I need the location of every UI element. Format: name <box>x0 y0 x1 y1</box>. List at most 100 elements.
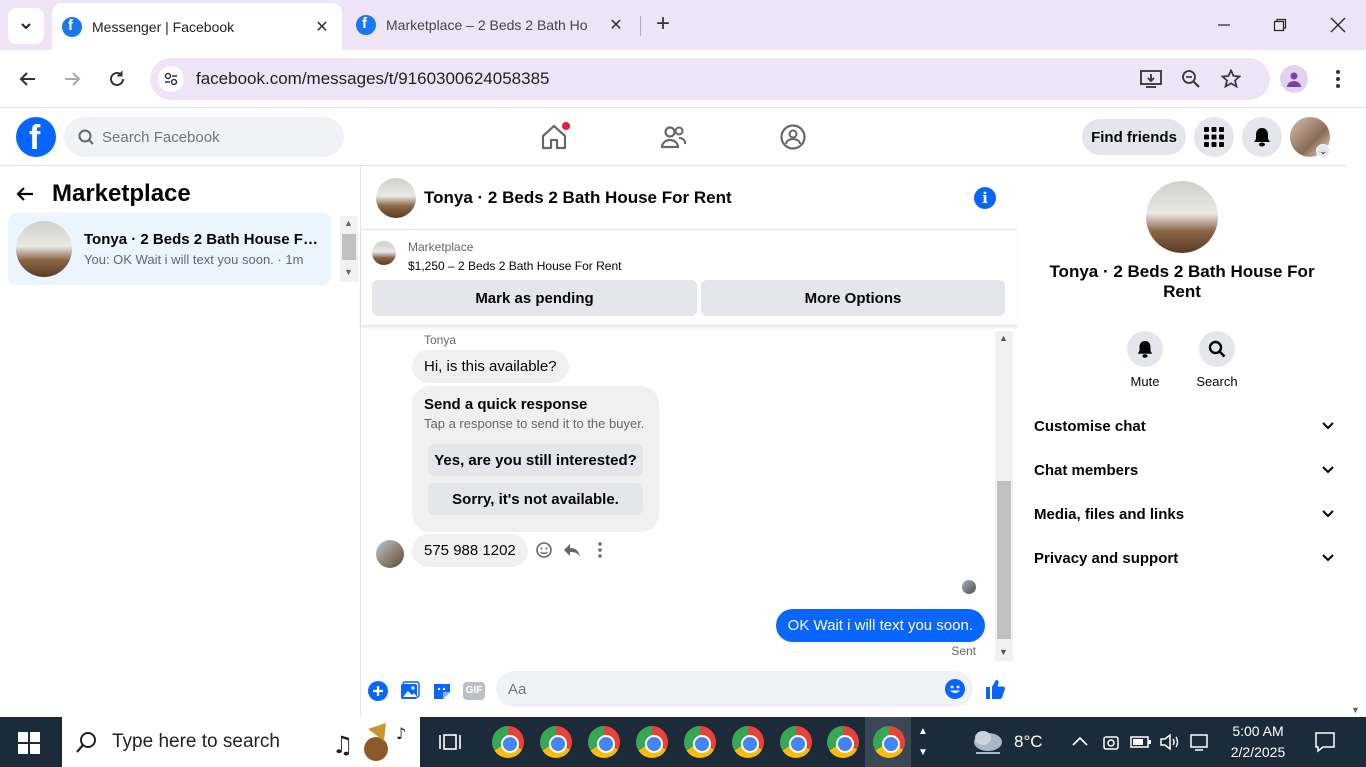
scroll-down-icon[interactable]: ▼ <box>344 267 353 277</box>
page-scrollbar[interactable]: ▼ <box>1346 109 1366 717</box>
menu-button[interactable] <box>1194 117 1234 157</box>
search-action[interactable]: Search <box>1187 331 1247 389</box>
tab-search-button[interactable] <box>8 8 44 44</box>
conversation-list-panel: Marketplace Tonya · 2 Beds 2 Bath House … <box>0 166 361 717</box>
temperature[interactable]: 8°C <box>1014 732 1043 752</box>
scroll-down-icon[interactable]: ▼ <box>999 647 1008 657</box>
scroll-down-icon[interactable]: ▼ <box>1351 705 1360 715</box>
customise-chat-section[interactable]: Customise chat <box>1034 406 1334 446</box>
message-composer[interactable] <box>496 671 973 707</box>
taskbar-clock[interactable]: 5:00 AM 2/2/2025 <box>1218 721 1298 763</box>
chrome-icon[interactable] <box>540 726 572 758</box>
sticker-icon[interactable] <box>432 681 452 701</box>
message-bubble[interactable]: Hi, is this available? <box>412 350 569 383</box>
contact-avatar[interactable] <box>1146 181 1218 253</box>
chrome-icon[interactable] <box>684 726 716 758</box>
react-emoji-icon[interactable] <box>535 541 553 559</box>
thumbs-up-icon[interactable] <box>984 678 1006 700</box>
chrome-icon[interactable] <box>732 726 764 758</box>
chrome-icon[interactable] <box>588 726 620 758</box>
listing-price-title[interactable]: $1,250 – 2 Beds 2 Bath House For Rent <box>408 259 621 273</box>
chrome-icon[interactable] <box>873 726 905 758</box>
notification-dot <box>562 122 570 130</box>
browser-menu-icon[interactable] <box>1330 68 1346 90</box>
weather-cloud-icon[interactable] <box>970 727 1006 757</box>
privacy-support-section[interactable]: Privacy and support <box>1034 538 1334 578</box>
chevron-down-icon <box>1322 466 1334 474</box>
minimize-button[interactable] <box>1196 0 1252 50</box>
info-icon[interactable]: i <box>974 187 996 209</box>
message-scrollbar[interactable]: ▲ ▼ <box>995 331 1013 661</box>
scroll-up-icon[interactable]: ▲ <box>999 333 1008 343</box>
restore-button[interactable] <box>1252 0 1308 50</box>
scroll-up-icon[interactable]: ▲ <box>344 218 353 228</box>
message-input[interactable] <box>508 680 928 698</box>
mute-action[interactable]: Mute <box>1115 331 1175 389</box>
facebook-logo[interactable]: f <box>16 117 56 157</box>
chevron-down-icon <box>1322 554 1334 562</box>
battery-icon[interactable] <box>1130 736 1152 748</box>
network-icon[interactable] <box>1190 732 1212 752</box>
tab-messenger[interactable]: Messenger | Facebook ✕ <box>52 3 342 50</box>
close-tab-icon[interactable]: ✕ <box>604 13 628 37</box>
conversation-list-scrollbar[interactable]: ▲ ▼ <box>340 216 358 282</box>
facebook-search-input[interactable] <box>102 128 302 146</box>
taskbar-overflow-arrows[interactable]: ▲ ▼ <box>918 721 928 763</box>
taskbar-search[interactable]: Type here to search ♫ ♪ <box>62 717 420 767</box>
message-bubble[interactable]: 575 988 1202 <box>412 534 528 567</box>
reload-button[interactable] <box>101 63 133 95</box>
quick-reply-not-available[interactable]: Sorry, it's not available. <box>428 483 643 515</box>
search-icon <box>76 732 96 753</box>
reply-icon[interactable] <box>563 541 581 559</box>
sender-avatar[interactable] <box>376 540 404 568</box>
address-bar[interactable]: facebook.com/messages/t/9160300624058385 <box>150 58 1270 100</box>
my-message-bubble[interactable]: OK Wait i will text you soon. <box>775 609 985 642</box>
find-friends-button[interactable]: Find friends <box>1082 119 1186 155</box>
groups-icon[interactable] <box>779 123 807 151</box>
chrome-icon[interactable] <box>636 726 668 758</box>
mark-as-pending-button[interactable]: Mark as pending <box>372 280 697 316</box>
browser-profile-icon[interactable] <box>1280 65 1308 93</box>
notifications-button[interactable] <box>1242 117 1282 157</box>
chrome-icon[interactable] <box>827 726 859 758</box>
chrome-icon[interactable] <box>780 726 812 758</box>
conversation-item[interactable]: Tonya · 2 Beds 2 Bath House Fo... You: O… <box>8 213 331 285</box>
tab-marketplace[interactable]: Marketplace – 2 Beds 2 Bath Ho ✕ <box>346 0 636 50</box>
media-files-links-section[interactable]: Media, files and links <box>1034 494 1334 534</box>
facebook-search[interactable] <box>64 117 344 157</box>
chat-avatar[interactable] <box>376 177 416 218</box>
new-tab-button[interactable]: + <box>650 12 676 38</box>
close-window-button[interactable] <box>1310 0 1366 50</box>
chrome-icon[interactable] <box>492 726 524 758</box>
close-tab-icon[interactable]: ✕ <box>310 15 334 39</box>
bookmark-star-icon[interactable] <box>1221 69 1241 89</box>
url-text[interactable]: facebook.com/messages/t/9160300624058385 <box>196 69 549 89</box>
volume-icon[interactable] <box>1159 733 1181 751</box>
windows-start-icon[interactable] <box>18 732 40 754</box>
scrollbar-thumb[interactable] <box>342 234 356 260</box>
marketplace-title: Marketplace <box>52 180 191 207</box>
zoom-icon[interactable] <box>1181 69 1201 89</box>
camera-privacy-icon[interactable] <box>1102 733 1120 751</box>
more-options-button[interactable]: More Options <box>701 280 1005 316</box>
gif-icon[interactable]: GIF <box>463 682 485 700</box>
chat-title[interactable]: Tonya · 2 Beds 2 Bath House For Rent <box>424 188 732 208</box>
chevron-up-icon[interactable] <box>1072 735 1088 747</box>
scrollbar-thumb[interactable] <box>997 481 1011 639</box>
listing-thumbnail[interactable] <box>372 241 396 265</box>
install-app-icon[interactable] <box>1140 69 1162 89</box>
chevron-down-icon[interactable]: ⌄ <box>1316 144 1330 158</box>
photo-icon[interactable] <box>400 681 420 701</box>
plus-circle-icon[interactable] <box>368 681 388 701</box>
task-view-icon[interactable] <box>439 732 461 752</box>
notification-center-icon[interactable] <box>1314 731 1336 753</box>
forward-button[interactable] <box>56 63 88 95</box>
more-vertical-icon[interactable] <box>591 541 609 559</box>
quick-reply-interested[interactable]: Yes, are you still interested? <box>428 444 643 476</box>
back-button[interactable] <box>12 63 44 95</box>
site-settings-icon[interactable] <box>158 66 184 92</box>
emoji-icon[interactable] <box>945 679 965 699</box>
chat-members-section[interactable]: Chat members <box>1034 450 1334 490</box>
friends-icon[interactable] <box>659 123 687 151</box>
back-arrow-icon[interactable] <box>16 186 34 202</box>
